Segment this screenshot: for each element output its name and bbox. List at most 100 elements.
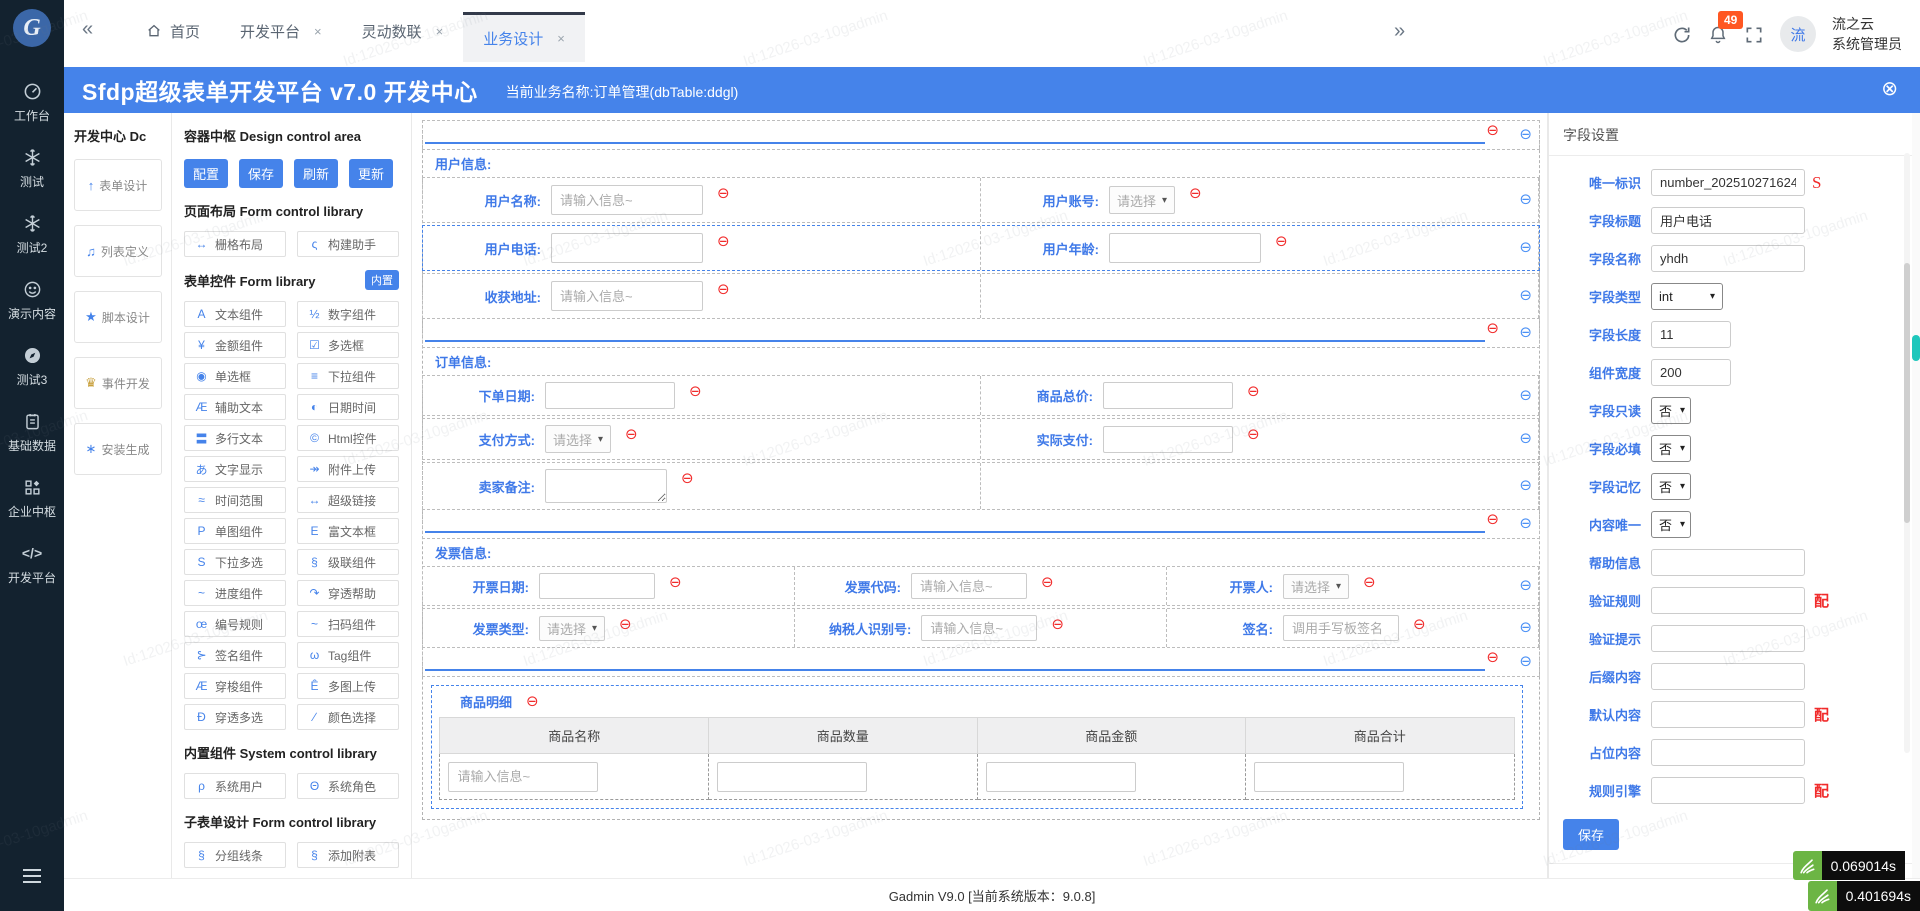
component-item-Html控件[interactable]: ©Html控件 bbox=[297, 425, 399, 451]
tab-close-icon[interactable]: × bbox=[314, 24, 322, 39]
component-item-编号规则[interactable]: œ编号规则 bbox=[184, 611, 286, 637]
dev-item-事件开发[interactable]: ♛事件开发 bbox=[74, 357, 162, 409]
delete-row-icon[interactable]: ⊖ bbox=[1519, 431, 1532, 446]
configure-link[interactable]: 配 bbox=[1814, 704, 1829, 725]
field-textarea[interactable] bbox=[545, 469, 667, 503]
delete-component-icon[interactable]: ⊖ bbox=[717, 186, 730, 201]
sidebar-item-开发平台[interactable]: </>开发平台 bbox=[0, 532, 64, 598]
settings-input-唯一标识[interactable] bbox=[1651, 169, 1805, 196]
component-item-扫码组件[interactable]: ~扫码组件 bbox=[297, 611, 399, 637]
component-item-日期时间[interactable]: ◐日期时间 bbox=[297, 394, 399, 420]
field-input[interactable] bbox=[921, 615, 1037, 641]
delete-row-icon[interactable]: ⊖ bbox=[1519, 578, 1532, 593]
settings-input-规则引擎[interactable] bbox=[1651, 777, 1805, 804]
field-input[interactable] bbox=[911, 573, 1027, 599]
component-item-多图上传[interactable]: Ê多图上传 bbox=[297, 673, 399, 699]
component-item-下拉组件[interactable]: ≡下拉组件 bbox=[297, 363, 399, 389]
dev-item-脚本设计[interactable]: ★脚本设计 bbox=[74, 291, 162, 343]
delete-component-icon[interactable]: ⊖ bbox=[1275, 234, 1288, 249]
fullscreen-icon[interactable] bbox=[1744, 25, 1764, 45]
component-item-下拉多选[interactable]: S下拉多选 bbox=[184, 549, 286, 575]
field-input[interactable] bbox=[551, 281, 703, 311]
delete-component-icon[interactable]: ⊖ bbox=[1413, 617, 1426, 632]
component-item-单选框[interactable]: ◉单选框 bbox=[184, 363, 286, 389]
collapse-tabs-icon[interactable]: « bbox=[82, 18, 93, 41]
delete-component-icon[interactable]: ⊖ bbox=[717, 282, 730, 297]
detail-cell-input[interactable] bbox=[448, 762, 598, 792]
detail-cell-input[interactable] bbox=[986, 762, 1136, 792]
delete-component-icon[interactable]: ⊖ bbox=[1247, 427, 1260, 442]
配置-button[interactable]: 配置 bbox=[184, 159, 228, 188]
settings-select-字段必填[interactable]: 否▾ bbox=[1651, 435, 1691, 462]
user-info[interactable]: 流之云 系统管理员 bbox=[1832, 14, 1902, 55]
settings-input-字段长度[interactable] bbox=[1651, 321, 1731, 348]
delete-component-icon[interactable]: ⊖ bbox=[689, 384, 702, 399]
settings-select-内容唯一[interactable]: 否▾ bbox=[1651, 511, 1691, 538]
notifications-bell-icon[interactable]: 49 bbox=[1708, 25, 1728, 45]
component-item-富文本框[interactable]: E富文本框 bbox=[297, 518, 399, 544]
component-item-系统用户[interactable]: ρ系统用户 bbox=[184, 773, 286, 799]
delete-row-icon[interactable]: ⊖ bbox=[1519, 240, 1532, 255]
component-item-添加附表[interactable]: §添加附表 bbox=[297, 842, 399, 868]
menu-toggle[interactable] bbox=[0, 869, 64, 883]
sidebar-item-测试3[interactable]: 测试3 bbox=[0, 334, 64, 400]
sidebar-item-测试[interactable]: 测试 bbox=[0, 136, 64, 202]
field-input[interactable] bbox=[539, 573, 655, 599]
component-item-系统角色[interactable]: Θ系统角色 bbox=[297, 773, 399, 799]
component-item-文字显示[interactable]: あ文字显示 bbox=[184, 456, 286, 482]
delete-row-icon[interactable]: ⊖ bbox=[1519, 288, 1532, 303]
detail-cell-input[interactable] bbox=[717, 762, 867, 792]
delete-component-icon[interactable]: ⊖ bbox=[1247, 384, 1260, 399]
刷新-button[interactable]: 刷新 bbox=[294, 159, 338, 188]
settings-input-组件宽度[interactable] bbox=[1651, 359, 1731, 386]
component-item-穿透帮助[interactable]: ↷穿透帮助 bbox=[297, 580, 399, 606]
delete-row-icon[interactable]: ⊖ bbox=[1519, 127, 1532, 142]
tab-首页[interactable]: 首页 bbox=[126, 0, 220, 62]
configure-link[interactable]: 配 bbox=[1814, 780, 1829, 801]
settings-select-字段类型[interactable]: int▾ bbox=[1651, 283, 1723, 310]
component-item-时间范围[interactable]: ≈时间范围 bbox=[184, 487, 286, 513]
sidebar-item-基础数据[interactable]: 基础数据 bbox=[0, 400, 64, 466]
settings-input-验证规则[interactable] bbox=[1651, 587, 1805, 614]
settings-input-帮助信息[interactable] bbox=[1651, 549, 1805, 576]
component-item-附件上传[interactable]: ↠附件上传 bbox=[297, 456, 399, 482]
component-item-颜色选择[interactable]: ∕颜色选择 bbox=[297, 704, 399, 730]
field-select[interactable]: 请选择▾ bbox=[1109, 186, 1175, 214]
app-logo[interactable]: G bbox=[0, 0, 64, 56]
settings-input-后缀内容[interactable] bbox=[1651, 663, 1805, 690]
tab-close-icon[interactable]: × bbox=[436, 24, 444, 39]
settings-select-字段只读[interactable]: 否▾ bbox=[1651, 397, 1691, 424]
component-item-金额组件[interactable]: ¥金额组件 bbox=[184, 332, 286, 358]
settings-input-字段标题[interactable] bbox=[1651, 207, 1805, 234]
delete-component-icon[interactable]: ⊖ bbox=[1486, 321, 1499, 336]
component-item-超级链接[interactable]: ↔超级链接 bbox=[297, 487, 399, 513]
component-item-签名组件[interactable]: ⊱签名组件 bbox=[184, 642, 286, 668]
delete-row-icon[interactable]: ⊖ bbox=[1519, 620, 1532, 635]
field-select[interactable]: 请选择▾ bbox=[545, 425, 611, 453]
tab-业务设计[interactable]: 业务设计× bbox=[463, 12, 585, 62]
component-item-数字组件[interactable]: ½数字组件 bbox=[297, 301, 399, 327]
delete-component-icon[interactable]: ⊖ bbox=[1051, 617, 1064, 632]
delete-row-icon[interactable]: ⊖ bbox=[1519, 325, 1532, 340]
tab-灵动数联[interactable]: 灵动数联× bbox=[342, 0, 464, 62]
user-avatar[interactable]: 流 bbox=[1780, 16, 1816, 52]
expand-tabs-icon[interactable]: » bbox=[1394, 20, 1405, 43]
component-item-穿梭组件[interactable]: Æ穿梭组件 bbox=[184, 673, 286, 699]
field-save-button[interactable]: 保存 bbox=[1563, 819, 1619, 850]
delete-component-icon[interactable]: ⊖ bbox=[1486, 512, 1499, 527]
detail-cell-input[interactable] bbox=[1254, 762, 1404, 792]
component-item-Tag组件[interactable]: ωTag组件 bbox=[297, 642, 399, 668]
field-select[interactable]: 请选择▾ bbox=[1283, 574, 1349, 599]
保存-button[interactable]: 保存 bbox=[239, 159, 283, 188]
component-item-栅格布局[interactable]: ↔栅格布局 bbox=[184, 231, 286, 257]
component-item-进度组件[interactable]: ~进度组件 bbox=[184, 580, 286, 606]
sidebar-item-测试2[interactable]: 测试2 bbox=[0, 202, 64, 268]
field-input[interactable] bbox=[551, 185, 703, 215]
delete-component-icon[interactable]: ⊖ bbox=[526, 694, 539, 709]
sidebar-item-企业中枢[interactable]: 企业中枢 bbox=[0, 466, 64, 532]
dev-item-表单设计[interactable]: ↑表单设计 bbox=[74, 159, 162, 211]
component-item-辅助文本[interactable]: Æ辅助文本 bbox=[184, 394, 286, 420]
更新-button[interactable]: 更新 bbox=[349, 159, 393, 188]
sidebar-item-工作台[interactable]: 工作台 bbox=[0, 70, 64, 136]
component-item-文本组件[interactable]: A文本组件 bbox=[184, 301, 286, 327]
